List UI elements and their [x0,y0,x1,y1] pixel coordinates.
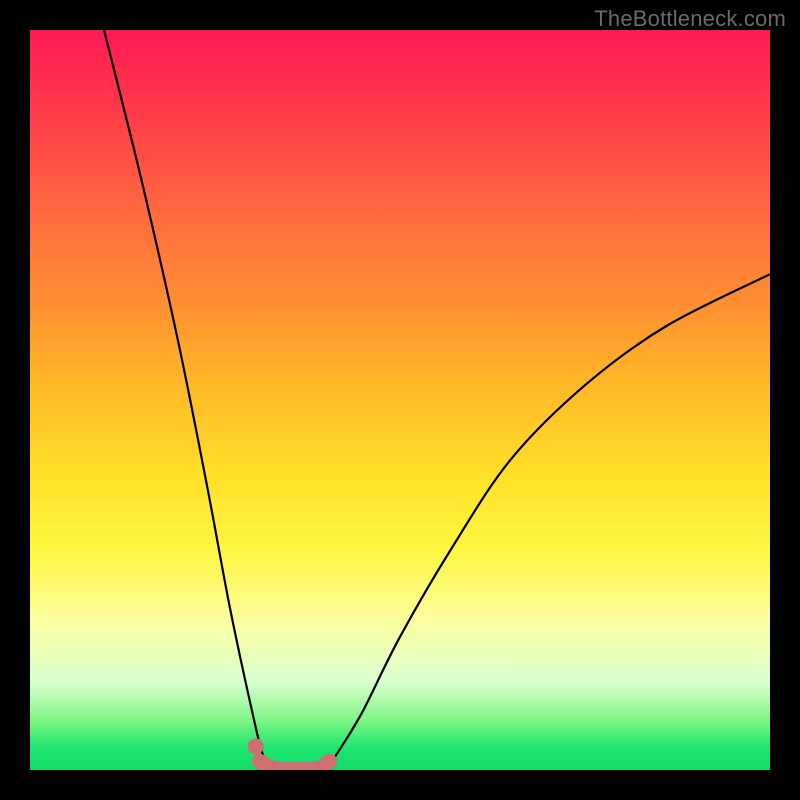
series-left-branch [104,30,274,770]
watermark-text: TheBottleneck.com [594,6,786,32]
plot-area [30,30,770,770]
series-right-branch [326,274,770,770]
curve-layer [30,30,770,770]
series-flat-bottom-marker [259,761,329,769]
series-dot-marker [248,738,264,754]
chart-frame: TheBottleneck.com [0,0,800,800]
line-left-branch [104,30,274,770]
line-flat-bottom-marker [259,761,329,769]
point-dot-marker [248,738,264,754]
line-right-branch [326,274,770,770]
